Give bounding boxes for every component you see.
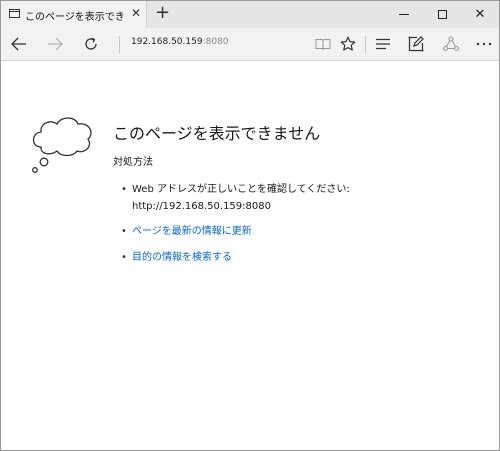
divider (119, 36, 120, 53)
title-bar: このページを表示できません ✕ + ✕ (1, 1, 499, 28)
url-text: http://192.168.50.159:8080 (132, 201, 271, 212)
browser-tab[interactable]: このページを表示できません ✕ (1, 1, 147, 28)
bullet: • (121, 252, 127, 263)
page-icon (9, 9, 20, 18)
address-bar[interactable]: 192.168.50.159:8080 (131, 37, 229, 47)
favorite-button[interactable] (336, 32, 360, 56)
hub-icon (376, 38, 390, 50)
minimize-icon (399, 14, 409, 15)
check-address-text: Web アドレスが正しいことを確認してください: (132, 184, 350, 195)
browser-window: このページを表示できません ✕ + ✕ 192.168.50.159:8080 (0, 0, 500, 451)
page-content: このページを表示できません 対処方法 • Web アドレスが正しいことを確認して… (1, 62, 499, 450)
search-link[interactable]: 目的の情報を検索する (132, 249, 232, 266)
back-button[interactable] (6, 32, 32, 56)
hub-button[interactable] (371, 32, 395, 56)
refresh-icon (85, 37, 97, 50)
close-icon: ✕ (474, 7, 486, 22)
new-tab-button[interactable]: + (155, 3, 170, 23)
web-note-button[interactable] (404, 32, 428, 56)
share-icon (443, 36, 459, 52)
reading-view-button[interactable] (311, 32, 335, 56)
thought-cloud-icon (32, 117, 92, 173)
navigation-bar: 192.168.50.159:8080 (1, 28, 499, 61)
tab-close-icon[interactable]: ✕ (131, 6, 141, 20)
more-button[interactable] (472, 32, 496, 56)
close-window-button[interactable]: ✕ (461, 1, 499, 28)
tab-title: このページを表示できません (25, 12, 125, 23)
page-subtitle: 対処方法 (113, 157, 153, 168)
reading-view-icon (315, 38, 331, 50)
maximize-button[interactable] (423, 1, 461, 28)
maximize-icon (437, 10, 447, 19)
forward-button[interactable] (42, 32, 68, 56)
page-title: このページを表示できません (113, 124, 321, 143)
refresh-page-link[interactable]: ページを最新の情報に更新 (132, 223, 252, 240)
forward-arrow-icon (48, 37, 63, 51)
address-host: 192.168.50.159 (131, 37, 203, 47)
bullet: • (121, 184, 127, 195)
web-note-icon (408, 36, 424, 52)
back-arrow-icon (11, 37, 26, 51)
more-icon (476, 42, 492, 46)
divider (365, 36, 366, 53)
share-button[interactable] (439, 32, 463, 56)
minimize-button[interactable] (385, 1, 423, 28)
address-port: :8080 (202, 37, 229, 47)
star-icon (340, 36, 356, 51)
refresh-button[interactable] (78, 32, 104, 56)
bullet: • (121, 226, 127, 237)
